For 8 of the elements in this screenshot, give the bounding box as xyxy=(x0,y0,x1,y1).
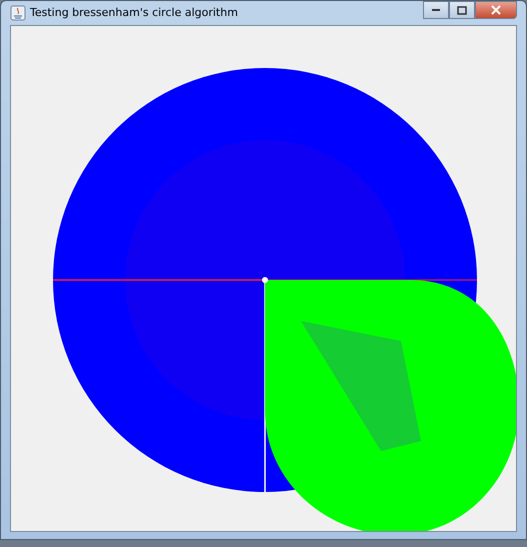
close-icon xyxy=(491,5,501,15)
maximize-icon xyxy=(457,6,467,14)
maximize-button[interactable] xyxy=(449,1,475,19)
close-button[interactable] xyxy=(475,1,517,19)
minimize-icon xyxy=(431,8,441,12)
minimize-button[interactable] xyxy=(423,1,449,19)
window-title: Testing bressenham's circle algorithm xyxy=(30,4,239,21)
app-icon xyxy=(10,4,26,21)
